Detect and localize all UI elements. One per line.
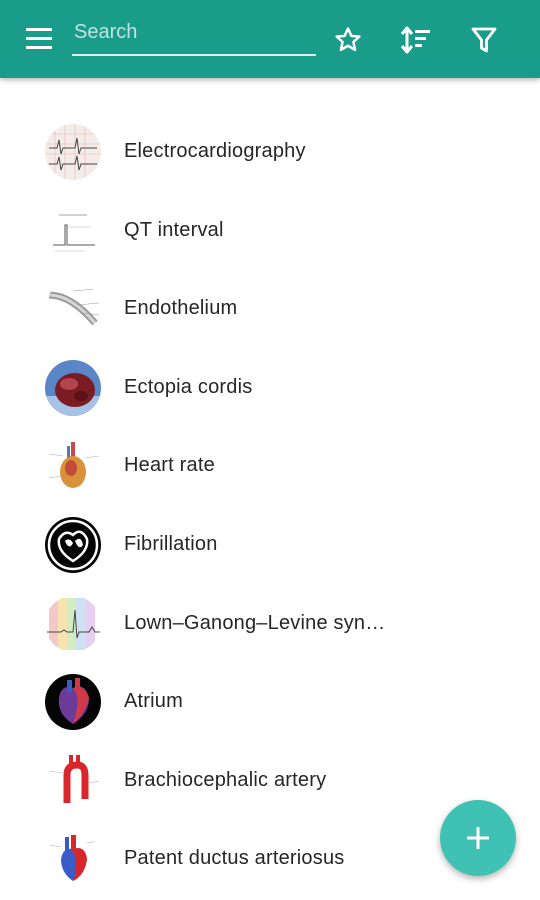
heart-diagram-thumbnail [45, 674, 101, 731]
sort-icon [400, 26, 430, 54]
list-item[interactable]: Heart rate [0, 426, 540, 505]
app-bar [0, 0, 540, 78]
heart-photo-thumbnail [45, 359, 101, 416]
article-list: Electrocardiography QT interval Endothel… [0, 112, 540, 898]
article-title: Fibrillation [124, 532, 218, 555]
favorites-button[interactable] [328, 20, 368, 60]
star-outline-icon [335, 27, 361, 52]
filter-button[interactable] [464, 20, 504, 60]
qt-waveform-thumbnail [45, 202, 101, 259]
list-item[interactable]: Endothelium [0, 269, 540, 348]
pda-diagram-thumbnail [45, 831, 101, 888]
plus-icon [467, 827, 489, 849]
filter-icon [471, 27, 497, 53]
hamburger-menu-icon [26, 28, 52, 49]
list-item[interactable]: Electrocardiography [0, 112, 540, 191]
ecg-grid-thumbnail [45, 124, 101, 180]
article-title: Atrium [124, 690, 183, 713]
ecg-colored-bands-thumbnail [45, 595, 101, 652]
menu-button[interactable] [22, 24, 58, 54]
list-item[interactable]: Lown–Ganong–Levine syn… [0, 584, 540, 663]
article-title: Lown–Ganong–Levine syn… [124, 611, 386, 634]
heart-cross-section-thumbnail [45, 516, 101, 573]
list-item[interactable]: Fibrillation [0, 505, 540, 584]
add-fab-button[interactable] [440, 800, 516, 876]
article-title: Ectopia cordis [124, 375, 253, 398]
aorta-diagram-thumbnail [45, 752, 101, 809]
list-item[interactable]: QT interval [0, 191, 540, 270]
article-title: Patent ductus arteriosus [124, 847, 345, 870]
search-field [72, 14, 316, 60]
vessel-diagram-thumbnail [45, 281, 101, 338]
article-title: Electrocardiography [124, 140, 306, 162]
search-input[interactable] [72, 14, 316, 56]
sort-button[interactable] [396, 20, 436, 60]
article-title: Heart rate [124, 454, 215, 477]
list-item[interactable]: Ectopia cordis [0, 348, 540, 427]
article-title: Endothelium [124, 297, 238, 320]
app-screen: Electrocardiography QT interval [0, 0, 540, 900]
article-title: Brachiocephalic artery [124, 768, 327, 791]
list-item[interactable]: Atrium [0, 662, 540, 741]
article-title: QT interval [124, 218, 224, 241]
heart-anatomy-thumbnail [45, 438, 101, 495]
